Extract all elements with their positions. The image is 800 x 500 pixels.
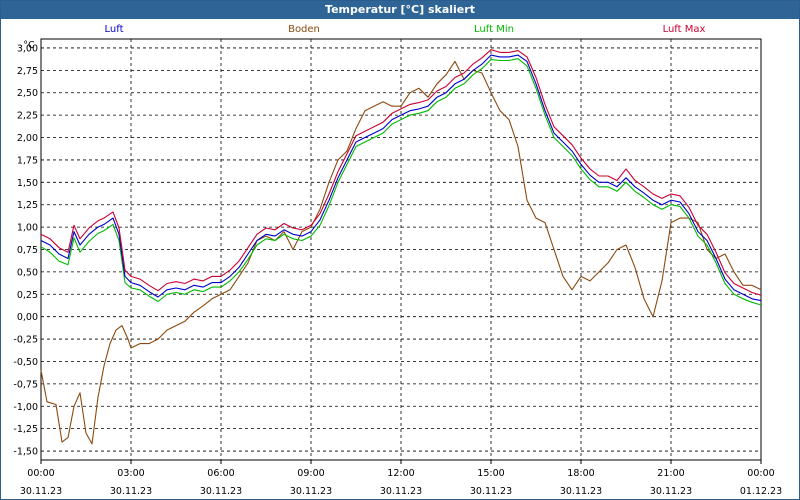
x-tick-time-label: 09:00: [297, 468, 324, 479]
legend-entry-luft: Luft: [105, 24, 124, 35]
y-tick-label: 1,75: [17, 155, 38, 166]
chart-title: Temperatur [°C] skaliert: [1, 1, 799, 19]
x-tick-date-label: 30.11.23: [200, 486, 242, 497]
x-tick-date-label: 30.11.23: [560, 486, 602, 497]
legend-entry-luft-min: Luft Min: [474, 24, 514, 35]
y-tick-label: -0,50: [13, 357, 38, 368]
x-tick-time-label: 21:00: [657, 468, 684, 479]
y-tick-label: -1,50: [13, 447, 38, 458]
temperature-chart: 3,002,752,502,252,001,751,501,251,000,75…: [13, 24, 782, 497]
y-tick-label: -0,25: [13, 335, 38, 346]
x-tick-time-label: 03:00: [117, 468, 144, 479]
y-tick-label: 2,50: [17, 88, 38, 99]
y-tick-label: -0,75: [13, 379, 38, 390]
x-tick-date-label: 30.11.23: [110, 486, 152, 497]
x-tick-time-label: 00:00: [747, 468, 774, 479]
x-tick-date-label: 30.11.23: [380, 486, 422, 497]
x-tick-time-label: 00:00: [27, 468, 54, 479]
y-tick-label: -1,25: [13, 424, 38, 435]
y-axis-label: °C: [23, 40, 35, 51]
x-tick-time-label: 18:00: [567, 468, 594, 479]
x-tick-date-label: 30.11.23: [650, 486, 692, 497]
y-tick-label: 2,00: [17, 133, 38, 144]
y-tick-label: 2,75: [17, 66, 38, 77]
legend-entry-boden: Boden: [288, 24, 320, 35]
legend-entry-luft-max: Luft Max: [663, 24, 706, 35]
x-tick-date-label: 01.12.23: [740, 486, 782, 497]
y-tick-label: 1,25: [17, 200, 38, 211]
y-tick-label: -1,00: [13, 402, 38, 413]
x-tick-time-label: 12:00: [387, 468, 414, 479]
y-tick-label: 0,75: [17, 245, 38, 256]
x-tick-date-label: 30.11.23: [290, 486, 332, 497]
x-tick-time-label: 15:00: [477, 468, 504, 479]
y-tick-label: 1,50: [17, 178, 38, 189]
x-tick-date-label: 30.11.23: [20, 486, 62, 497]
x-tick-date-label: 30.11.23: [470, 486, 512, 497]
y-tick-label: 2,25: [17, 111, 38, 122]
y-tick-label: 0,50: [17, 267, 38, 278]
x-tick-time-label: 06:00: [207, 468, 234, 479]
y-tick-label: 1,00: [17, 223, 38, 234]
y-tick-label: 0,25: [17, 290, 38, 301]
y-tick-label: 0,00: [17, 312, 38, 323]
chart-window: Temperatur [°C] skaliert 3,00 2,75 2,50 2,2…: [0, 0, 800, 500]
